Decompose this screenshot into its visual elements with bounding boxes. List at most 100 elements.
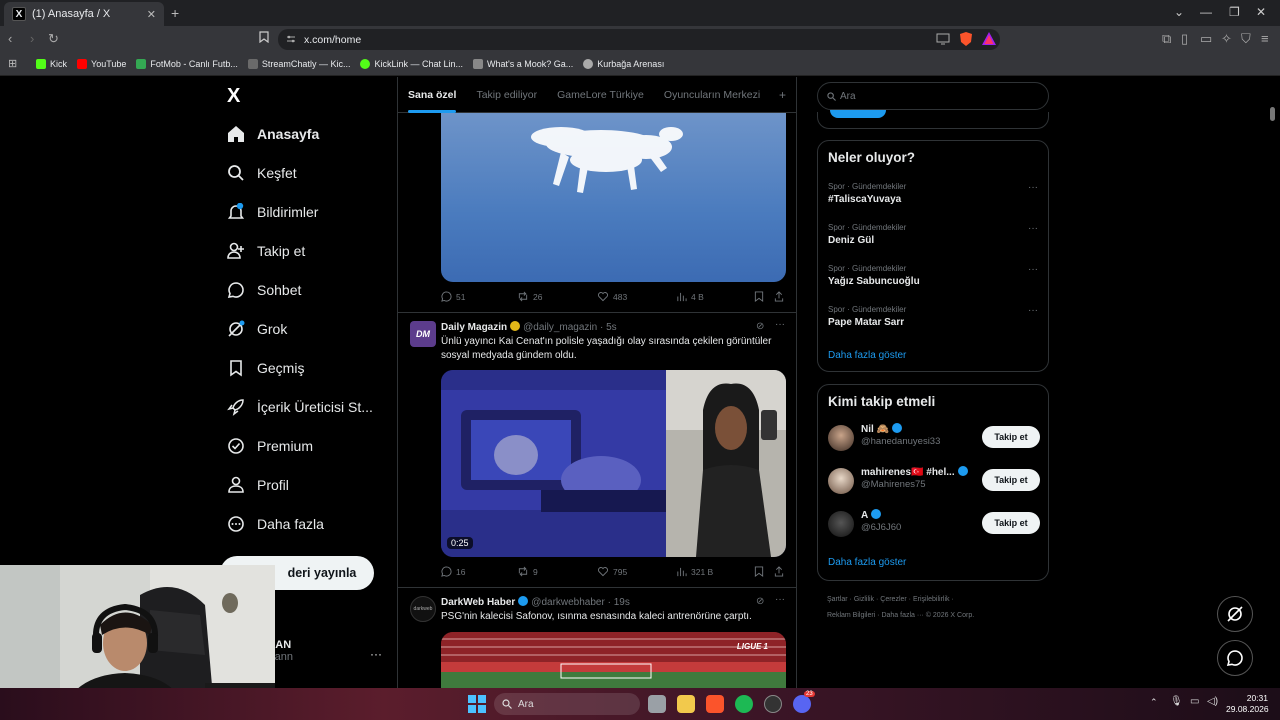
subscribe-button[interactable]: [830, 110, 886, 118]
close-tab-icon[interactable]: ✕: [147, 8, 156, 21]
views-button[interactable]: 4 B: [676, 291, 704, 302]
show-more-link[interactable]: Daha fazla göster: [828, 557, 906, 568]
forward-button[interactable]: ›: [30, 31, 34, 46]
grok-explain-icon[interactable]: ⊘: [756, 596, 764, 607]
leo-ai-icon[interactable]: ✧: [1221, 31, 1232, 47]
vpn-icon[interactable]: ⛉: [1241, 31, 1251, 47]
tweet-media-image[interactable]: LIGUE 1: [441, 632, 786, 688]
bookmark-fotmob[interactable]: FotMob - Canlı Futb...: [136, 58, 238, 69]
tweet-video[interactable]: 0:25: [441, 370, 786, 557]
address-bar[interactable]: x.com/home: [278, 29, 1000, 50]
brave-browser-icon[interactable]: [706, 695, 724, 713]
reply-button[interactable]: 51: [441, 291, 465, 302]
sidebar-item-creator-studio[interactable]: İçerik Üreticisi St...: [227, 392, 373, 422]
sidebar-item-profile[interactable]: Profil: [227, 470, 289, 500]
close-window-button[interactable]: ✕: [1256, 5, 1266, 19]
share-button[interactable]: [774, 566, 788, 577]
tab-gamelore[interactable]: GameLore Türkiye: [547, 89, 654, 101]
sidebar-item-home[interactable]: Anasayfa: [227, 119, 319, 149]
search-input[interactable]: Ara: [817, 82, 1049, 110]
tweet-time[interactable]: · 5s: [600, 322, 617, 333]
bookmark-button[interactable]: [754, 291, 768, 302]
sidebar-toggle-icon[interactable]: ▯: [1181, 31, 1188, 47]
author-name[interactable]: Daily Magazin: [441, 322, 507, 333]
task-view-icon[interactable]: [648, 695, 666, 713]
maximize-button[interactable]: ❐: [1229, 5, 1240, 19]
trend-more-icon[interactable]: ···: [1028, 223, 1038, 234]
follow-button[interactable]: Takip et: [982, 469, 1040, 491]
trend-item[interactable]: Spor · Gündemdekiler #TaliscaYuvaya ···: [828, 182, 1040, 205]
bookmark-streamchatly[interactable]: StreamChatly — Kic...: [247, 58, 350, 69]
reload-button[interactable]: ↻: [48, 31, 59, 47]
follow-button[interactable]: Takip et: [982, 426, 1040, 448]
bookmark-page-icon[interactable]: [259, 31, 269, 43]
avatar[interactable]: darkweb: [410, 596, 436, 622]
sidebar-item-premium[interactable]: Premium: [227, 431, 313, 461]
trend-more-icon[interactable]: ···: [1028, 305, 1038, 316]
wallet-icon[interactable]: ▭: [1200, 31, 1212, 47]
sidebar-item-explore[interactable]: Keşfet: [227, 158, 297, 188]
bookmark-kurbaga[interactable]: Kurbağa Arenası: [583, 58, 664, 69]
spotify-icon[interactable]: [735, 695, 753, 713]
avatar[interactable]: [828, 425, 854, 451]
sidebar-item-grok[interactable]: Grok: [227, 314, 287, 344]
tweet-more-icon[interactable]: ···: [775, 319, 785, 330]
tweet-media-image[interactable]: [441, 112, 786, 282]
back-button[interactable]: ‹: [8, 31, 12, 46]
apps-grid-icon[interactable]: ⊞: [8, 57, 17, 70]
tab-following[interactable]: Takip ediliyor: [466, 89, 547, 101]
sidebar-item-bookmarks[interactable]: Geçmiş: [227, 353, 304, 383]
windows-start-icon[interactable]: [468, 695, 486, 713]
grok-explain-icon[interactable]: ⊘: [756, 321, 764, 332]
bookmark-button[interactable]: [754, 566, 768, 577]
author-handle[interactable]: @daily_magazin: [523, 322, 597, 333]
bookmark-youtube[interactable]: YouTube: [77, 58, 126, 69]
tweet-time[interactable]: · 19s: [608, 597, 630, 608]
scrollbar-thumb[interactable]: [1270, 107, 1275, 121]
account-more-icon[interactable]: ···: [370, 647, 382, 661]
trend-more-icon[interactable]: ···: [1028, 264, 1038, 275]
tab-list-icon[interactable]: ⌄: [1174, 5, 1184, 19]
network-icon[interactable]: ▭: [1190, 696, 1199, 707]
bookmark-kick[interactable]: Kick: [36, 58, 67, 69]
brave-shield-icon[interactable]: [960, 32, 972, 46]
menu-icon[interactable]: ≡: [1261, 31, 1269, 46]
bookmark-kicklink[interactable]: KickLink — Chat Lin...: [360, 58, 463, 69]
site-settings-icon[interactable]: [286, 34, 296, 44]
volume-icon[interactable]: ◁): [1207, 696, 1218, 707]
sidebar-item-chat[interactable]: Sohbet: [227, 275, 301, 305]
add-tab-button[interactable]: +: [779, 88, 786, 102]
browser-tab[interactable]: X (1) Anasayfa / X ✕: [4, 2, 164, 26]
cast-icon[interactable]: [936, 33, 950, 45]
trend-more-icon[interactable]: ···: [1028, 182, 1038, 193]
obs-icon[interactable]: [764, 695, 782, 713]
trend-item[interactable]: Spor · Gündemdekiler Yağız Sabuncuoğlu ···: [828, 264, 1040, 287]
tab-for-you[interactable]: Sana özel: [398, 89, 466, 113]
sidebar-item-follow[interactable]: Takip et: [227, 236, 305, 266]
follow-suggestion[interactable]: mahirenes🇹🇷 #hel... @Mahirenes75 Takip e…: [828, 466, 1040, 496]
avatar[interactable]: [828, 511, 854, 537]
follow-suggestion[interactable]: A @6J6J60 Takip et: [828, 509, 1040, 539]
tray-expand-icon[interactable]: ⌃: [1150, 697, 1158, 708]
like-button[interactable]: 483: [597, 291, 627, 302]
messages-fab-button[interactable]: [1217, 640, 1253, 676]
trend-item[interactable]: Spor · Gündemdekiler Pape Matar Sarr ···: [828, 305, 1040, 328]
bookmark-mook[interactable]: What's a Mook? Ga...: [473, 58, 573, 69]
x-logo-icon[interactable]: X: [227, 85, 245, 107]
sidebar-item-notifications[interactable]: Bildirimler: [227, 197, 318, 227]
extensions-icon[interactable]: ⧉: [1162, 31, 1171, 47]
sidebar-item-more[interactable]: Daha fazla: [227, 509, 324, 539]
minimize-button[interactable]: —: [1200, 5, 1212, 19]
new-tab-button[interactable]: +: [171, 5, 179, 21]
show-more-link[interactable]: Daha fazla göster: [828, 350, 906, 361]
file-explorer-icon[interactable]: [677, 695, 695, 713]
brave-rewards-icon[interactable]: [982, 32, 996, 45]
trend-item[interactable]: Spor · Gündemdekiler Deniz Gül ···: [828, 223, 1040, 246]
taskbar-search[interactable]: Ara: [494, 693, 640, 715]
repost-button[interactable]: 9: [517, 566, 538, 577]
grok-fab-button[interactable]: [1217, 596, 1253, 632]
repost-button[interactable]: 26: [517, 291, 542, 302]
footer-links[interactable]: Reklam Bilgileri · Daha fazla ··· © 2026…: [827, 612, 974, 619]
views-button[interactable]: 321 B: [676, 566, 713, 577]
reply-button[interactable]: 16: [441, 566, 465, 577]
